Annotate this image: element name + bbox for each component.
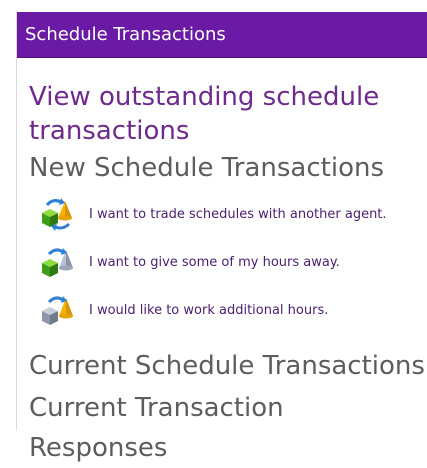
give-hours-label: I want to give some of my hours away.: [89, 254, 340, 270]
panel-content: View outstanding schedule transactions N…: [17, 58, 427, 468]
trade-icon: [39, 196, 75, 232]
new-transaction-actions: I want to trade schedules with another a…: [39, 190, 427, 334]
give-hours-icon: [39, 244, 75, 280]
give-hours-action[interactable]: I want to give some of my hours away.: [39, 238, 427, 286]
additional-hours-icon: [39, 292, 75, 328]
schedule-transactions-panel: Schedule Transactions View outstanding s…: [16, 12, 427, 463]
new-transactions-heading: New Schedule Transactions: [29, 153, 384, 183]
view-outstanding-link[interactable]: View outstanding schedule transactions: [29, 80, 399, 148]
additional-hours-action[interactable]: I would like to work additional hours.: [39, 286, 427, 334]
current-responses-link[interactable]: Current Transaction Responses: [29, 388, 427, 468]
trade-schedules-label: I want to trade schedules with another a…: [89, 206, 387, 222]
additional-hours-label: I would like to work additional hours.: [89, 302, 329, 318]
current-transactions-link[interactable]: Current Schedule Transactions: [29, 346, 427, 386]
panel-title: Schedule Transactions: [25, 24, 226, 45]
trade-schedules-action[interactable]: I want to trade schedules with another a…: [39, 190, 427, 238]
panel-header: Schedule Transactions: [17, 12, 427, 58]
